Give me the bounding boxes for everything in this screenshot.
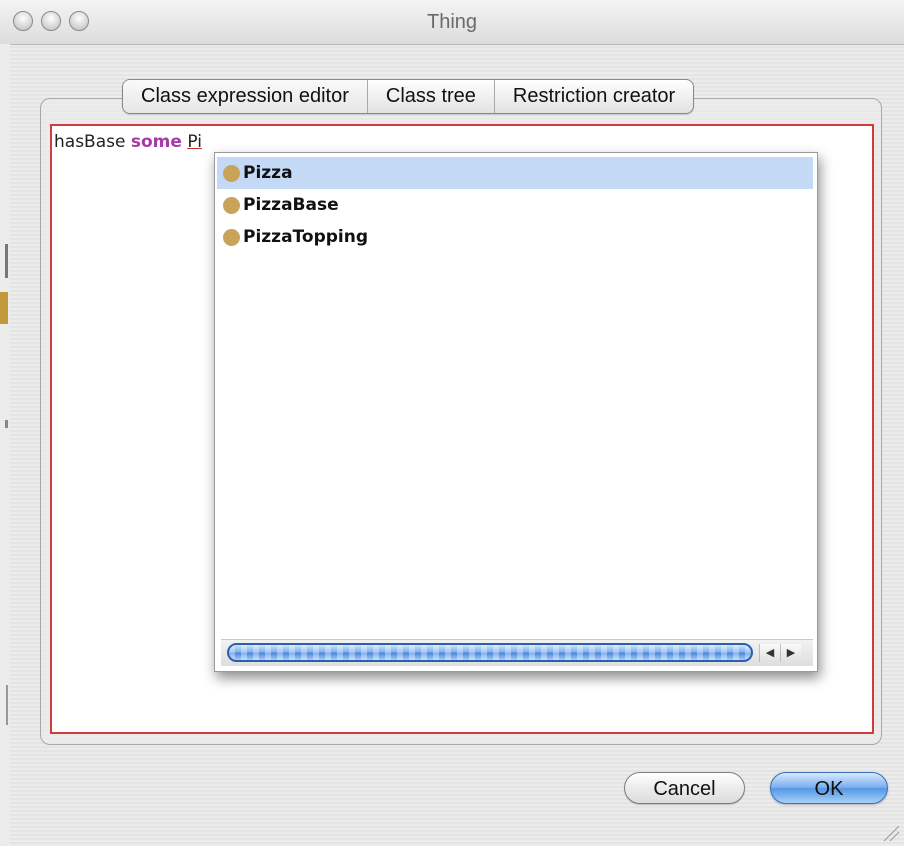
class-circle-icon (223, 228, 240, 246)
background-mark (5, 244, 8, 278)
background-mark (6, 685, 8, 725)
background-mark (0, 292, 8, 324)
scrollbar-thumb[interactable] (227, 643, 753, 662)
scroll-right-arrow-icon[interactable]: ▶ (780, 644, 801, 662)
keyword-token: some (130, 132, 182, 152)
background-mark (5, 420, 8, 428)
tab-bar: Class expression editor Class tree Restr… (122, 79, 695, 114)
autocomplete-item-label: PizzaBase (243, 195, 339, 215)
autocomplete-item-label: PizzaTopping (243, 227, 369, 247)
autocomplete-item[interactable]: PizzaBase (217, 189, 813, 221)
window-title: Thing (426, 11, 478, 33)
tab-class-expression-editor[interactable]: Class expression editor (123, 80, 368, 113)
class-circle-icon (223, 196, 240, 214)
background-window-edge (0, 44, 10, 846)
dialog-window: Thing Class expression editor Class tree… (0, 0, 904, 846)
resize-grip-icon[interactable] (878, 820, 900, 842)
tab-restriction-creator[interactable]: Restriction creator (495, 80, 693, 113)
ok-button[interactable]: OK (770, 772, 888, 804)
scroll-left-arrow-icon[interactable]: ◀ (759, 644, 780, 662)
autocomplete-item-label: Pizza (243, 163, 293, 183)
tab-class-tree[interactable]: Class tree (368, 80, 495, 113)
cancel-button[interactable]: Cancel (624, 772, 745, 804)
autocomplete-popup: Pizza PizzaBase PizzaTopping ◀ ▶ (214, 152, 818, 672)
property-token: hasBase (54, 132, 126, 152)
autocomplete-item[interactable]: Pizza (217, 157, 813, 189)
horizontal-scrollbar[interactable]: ◀ ▶ (221, 639, 813, 666)
class-circle-icon (223, 164, 240, 182)
autocomplete-item[interactable]: PizzaTopping (217, 221, 813, 253)
resize-grip-graphic (883, 825, 900, 842)
expression-text: hasBase some Pi (54, 132, 202, 152)
title-bar: Thing (0, 0, 904, 45)
typed-token: Pi (187, 132, 202, 152)
